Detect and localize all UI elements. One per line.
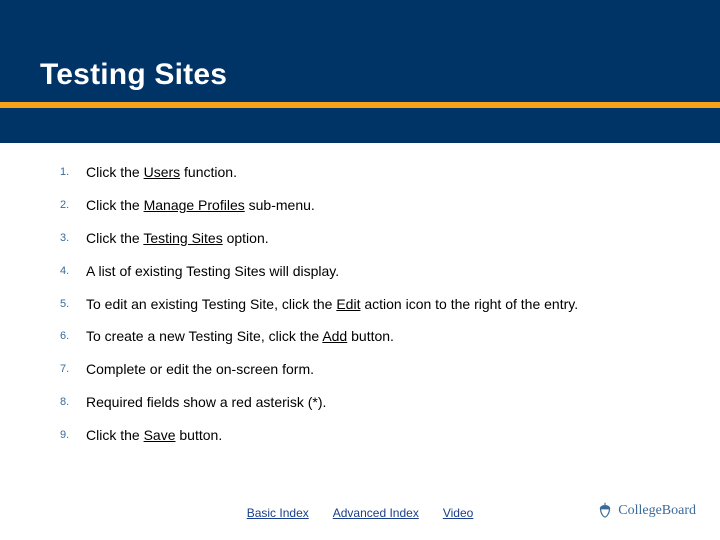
- underlined-term: Edit: [336, 296, 360, 312]
- underlined-term: Users: [144, 164, 181, 180]
- step-text: Click the Manage Profiles sub-menu.: [86, 196, 680, 215]
- underlined-term: Add: [322, 328, 347, 344]
- footer-link[interactable]: Basic Index: [247, 506, 309, 520]
- step-number: 3.: [60, 229, 86, 246]
- steps-list: 1.Click the Users function.2.Click the M…: [60, 163, 680, 459]
- step-number: 6.: [60, 327, 86, 344]
- step-number: 9.: [60, 426, 86, 443]
- step-text: A list of existing Testing Sites will di…: [86, 262, 680, 281]
- step-row: 5.To edit an existing Testing Site, clic…: [60, 295, 680, 314]
- step-number: 2.: [60, 196, 86, 213]
- step-text: Click the Users function.: [86, 163, 680, 182]
- step-text: Required fields show a red asterisk (*).: [86, 393, 680, 412]
- step-number: 7.: [60, 360, 86, 377]
- header-band: Testing Sites: [0, 0, 720, 143]
- underlined-term: Save: [144, 427, 176, 443]
- step-number: 4.: [60, 262, 86, 279]
- step-text: Click the Save button.: [86, 426, 680, 445]
- footer-link[interactable]: Video: [443, 506, 473, 520]
- acorn-icon: [596, 502, 614, 520]
- step-row: 6.To create a new Testing Site, click th…: [60, 327, 680, 346]
- step-row: 8.Required fields show a red asterisk (*…: [60, 393, 680, 412]
- step-row: 3.Click the Testing Sites option.: [60, 229, 680, 248]
- accent-bar: [0, 102, 720, 108]
- step-number: 1.: [60, 163, 86, 180]
- step-number: 5.: [60, 295, 86, 312]
- step-row: 2.Click the Manage Profiles sub-menu.: [60, 196, 680, 215]
- step-row: 7.Complete or edit the on-screen form.: [60, 360, 680, 379]
- footer-link[interactable]: Advanced Index: [333, 506, 419, 520]
- step-text: Complete or edit the on-screen form.: [86, 360, 680, 379]
- step-row: 1.Click the Users function.: [60, 163, 680, 182]
- slide: Testing Sites 1.Click the Users function…: [0, 0, 720, 540]
- logo-text: CollegeBoard: [618, 503, 696, 519]
- step-text: To create a new Testing Site, click the …: [86, 327, 680, 346]
- underlined-term: Manage Profiles: [144, 197, 245, 213]
- step-text: Click the Testing Sites option.: [86, 229, 680, 248]
- step-text: To edit an existing Testing Site, click …: [86, 295, 680, 314]
- page-title: Testing Sites: [40, 58, 227, 92]
- step-row: 4.A list of existing Testing Sites will …: [60, 262, 680, 281]
- step-number: 8.: [60, 393, 86, 410]
- collegeboard-logo: CollegeBoard: [596, 502, 696, 520]
- step-row: 9.Click the Save button.: [60, 426, 680, 445]
- underlined-term: Testing Sites: [143, 230, 222, 246]
